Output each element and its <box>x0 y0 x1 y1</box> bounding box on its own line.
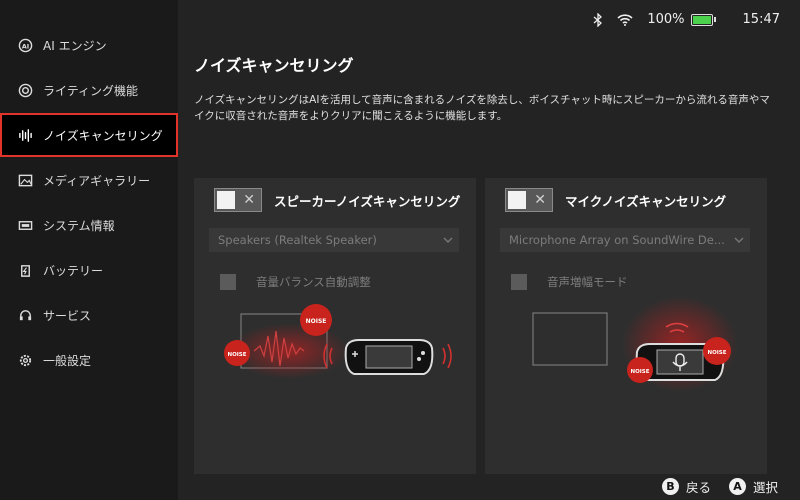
back-label: 戻る <box>685 480 711 495</box>
a-button-icon: A <box>728 478 746 495</box>
wifi-icon <box>617 13 633 26</box>
battery-percent: 100% <box>647 12 685 27</box>
headset-icon <box>17 307 33 323</box>
footer-hints: B 戻る A 選択 <box>644 477 778 496</box>
sidebar-item-system-info[interactable]: システム情報 <box>0 203 178 247</box>
ai-engine-icon: AI <box>17 37 33 53</box>
mic-noise-illustration: NOISE NOISE <box>532 296 738 392</box>
checkbox-label: 音量バランス自動調整 <box>256 275 371 289</box>
sidebar-item-service[interactable]: サービス <box>0 293 178 337</box>
svg-text:AI: AI <box>21 42 29 50</box>
sound-wave-icon <box>17 127 33 143</box>
sidebar-item-label: バッテリー <box>43 263 104 278</box>
sidebar-item-ai-engine[interactable]: AI AI エンジン <box>0 23 178 67</box>
mic-noise-cancelling-card: ✕ マイクノイズキャンセリング Microphone Array on Soun… <box>485 178 767 474</box>
b-button-icon: B <box>661 478 679 495</box>
sidebar-item-noise-cancelling[interactable]: ノイズキャンセリング <box>0 113 178 157</box>
sidebar-item-general-settings[interactable]: 一般設定 <box>0 338 178 382</box>
chevron-down-icon <box>443 228 453 252</box>
speaker-device-select[interactable]: Speakers (Realtek Speaker) <box>209 228 459 252</box>
bluetooth-icon <box>593 12 603 27</box>
noise-badge: NOISE <box>306 318 327 325</box>
system-info-icon <box>17 217 33 233</box>
gear-icon <box>17 352 33 368</box>
card-title: スピーカーノイズキャンセリング <box>274 193 461 209</box>
back-button[interactable]: B 戻る <box>661 477 711 496</box>
page-title: ノイズキャンセリング <box>194 56 354 75</box>
noise-badge: NOISE <box>630 369 649 375</box>
sidebar-item-label: ノイズキャンセリング <box>43 128 163 143</box>
noise-badge: NOISE <box>227 352 246 358</box>
select-label: 選択 <box>752 480 778 495</box>
sidebar-item-label: サービス <box>43 308 92 323</box>
status-bar: 100% 15:47 <box>579 12 780 27</box>
card-title: マイクノイズキャンセリング <box>565 193 727 209</box>
select-value: Speakers (Realtek Speaker) <box>218 233 377 247</box>
select-button[interactable]: A 選択 <box>728 477 778 496</box>
game-console-icon <box>344 339 434 375</box>
sidebar-item-battery[interactable]: バッテリー <box>0 248 178 292</box>
mic-noise-cancelling-toggle[interactable]: ✕ <box>505 188 553 212</box>
voice-boost-checkbox[interactable] <box>511 274 527 290</box>
sidebar-item-label: メディアギャラリー <box>43 173 151 188</box>
battery-icon <box>17 262 33 278</box>
sidebar-item-label: 一般設定 <box>43 353 92 368</box>
noise-badge: NOISE <box>707 350 726 356</box>
speaker-noise-cancelling-card: ✕ スピーカーノイズキャンセリング Speakers (Realtek Spea… <box>194 178 476 474</box>
sidebar-item-label: ライティング機能 <box>43 83 139 98</box>
chevron-down-icon <box>734 228 744 252</box>
speaker-noise-illustration: NOISE NOISE <box>224 304 452 379</box>
gallery-icon <box>17 172 33 188</box>
sidebar-item-label: AI エンジン <box>43 38 107 53</box>
checkbox-label: 音声増幅モード <box>547 275 628 289</box>
sidebar-item-label: システム情報 <box>43 218 115 233</box>
page-description: ノイズキャンセリングはAIを活用して音声に含まれるノイズを除去し、ボイスチャット… <box>194 94 770 122</box>
battery-status-icon <box>690 13 716 26</box>
sidebar: AI AI エンジン ライティング機能 ノイズキャンセリング メディアギャラリー… <box>0 0 178 500</box>
lighting-icon <box>17 82 33 98</box>
auto-volume-balance-option[interactable]: 音量バランス自動調整 <box>220 274 371 290</box>
speaker-noise-cancelling-toggle[interactable]: ✕ <box>214 188 262 212</box>
voice-boost-option[interactable]: 音声増幅モード <box>511 274 628 290</box>
sidebar-item-media-gallery[interactable]: メディアギャラリー <box>0 158 178 202</box>
clock: 15:47 <box>742 12 780 27</box>
close-icon: ✕ <box>243 192 255 208</box>
sidebar-item-lighting[interactable]: ライティング機能 <box>0 68 178 112</box>
close-icon: ✕ <box>534 192 546 208</box>
mic-device-select[interactable]: Microphone Array on SoundWire De... <box>500 228 750 252</box>
select-value: Microphone Array on SoundWire De... <box>509 233 725 247</box>
auto-volume-balance-checkbox[interactable] <box>220 274 236 290</box>
